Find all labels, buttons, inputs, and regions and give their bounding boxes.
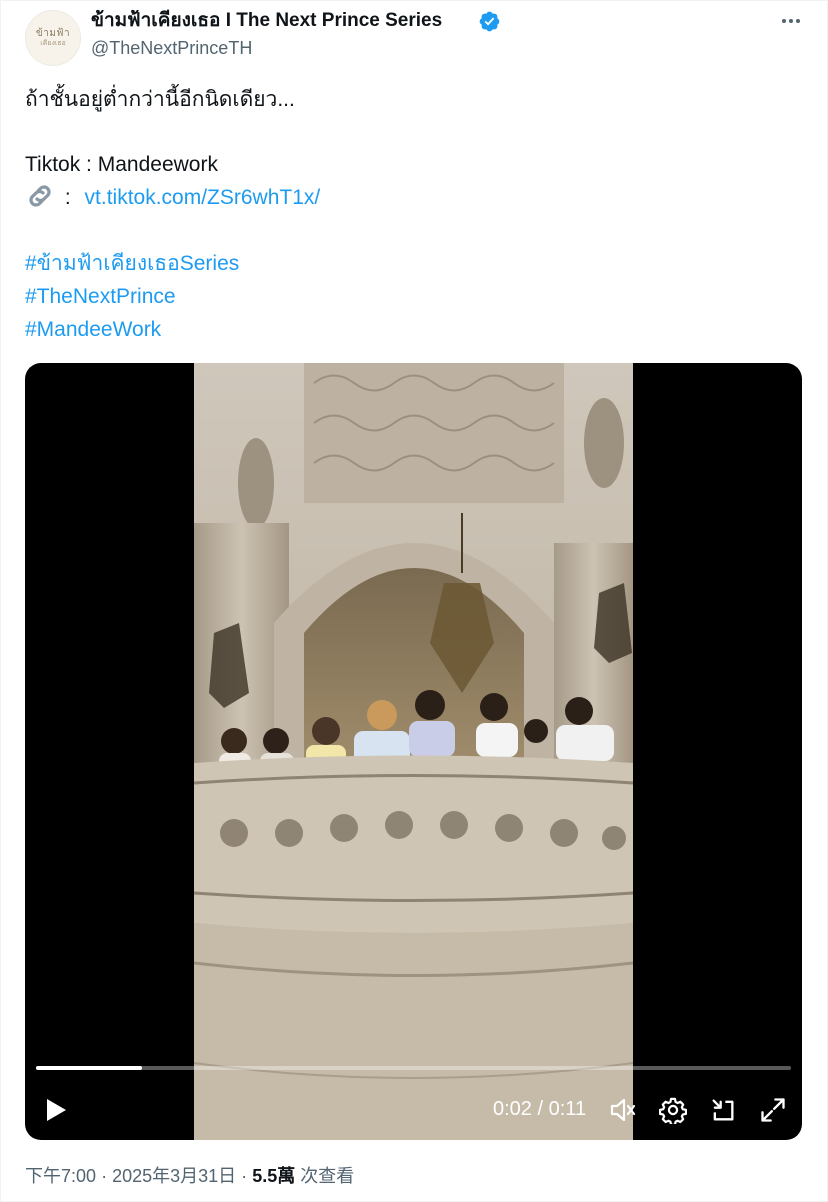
more-dot-icon <box>796 19 800 23</box>
more-dot-icon <box>782 19 786 23</box>
settings-gear-icon[interactable] <box>659 1096 687 1124</box>
more-options-button[interactable] <box>776 8 806 34</box>
tweet-date[interactable]: 2025年3月31日 <box>112 1166 236 1186</box>
video-thumbnail-image <box>194 363 633 1140</box>
tweet-meta: 下午7:00 · 2025年3月31日 · 5.5萬 次查看 <box>25 1163 354 1189</box>
hashtag-link[interactable]: #ข้ามฟ้าเคียงเธอSeries <box>25 247 239 280</box>
hashtag-link[interactable]: #MandeeWork <box>25 313 161 346</box>
author-avatar[interactable]: ข้ามฟ้า เคียงเธอ <box>25 10 81 66</box>
video-player[interactable]: 0:02 / 0:11 <box>25 363 802 1140</box>
video-duration: 0:11 <box>548 1098 587 1120</box>
video-progress-fill <box>36 1066 142 1070</box>
views-count: 5.5萬 <box>252 1166 296 1186</box>
link-emoji-icon <box>29 185 51 207</box>
tweet-time[interactable]: 下午7:00 <box>25 1166 96 1186</box>
link-separator: : <box>64 186 71 209</box>
avatar-logo-subtext: เคียงเธอ <box>40 39 66 47</box>
avatar-logo-text: ข้ามฟ้า <box>35 28 71 39</box>
tweet-link-line: : vt.tiktok.com/ZSr6whT1x/ <box>25 181 320 214</box>
fullscreen-expand-icon[interactable] <box>759 1096 787 1124</box>
views-label: 次查看 <box>300 1166 355 1186</box>
more-dot-icon <box>789 19 793 23</box>
play-icon[interactable] <box>44 1097 68 1123</box>
video-frame <box>194 363 633 1140</box>
video-timestamp: 0:02 / 0:11 <box>493 1096 586 1122</box>
author-handle[interactable]: @TheNextPrinceTH <box>91 36 252 60</box>
verified-badge-icon <box>479 11 500 32</box>
tweet-text-line: ถ้าชั้นอยู่ต่ำกว่านี้อีกนิดเดียว... <box>25 88 295 111</box>
volume-muted-icon[interactable] <box>609 1096 637 1124</box>
picture-in-picture-icon[interactable] <box>709 1096 737 1124</box>
hashtag-link[interactable]: #TheNextPrince <box>25 280 176 313</box>
meta-separator: · <box>101 1166 108 1186</box>
meta-separator: · <box>241 1166 248 1186</box>
video-current-time: 0:02 <box>493 1098 532 1120</box>
video-time-separator: / <box>537 1098 544 1120</box>
tiktok-link[interactable]: vt.tiktok.com/ZSr6whT1x/ <box>85 186 321 209</box>
tweet-tiktok-label: Tiktok : Mandeework <box>25 153 218 176</box>
author-display-name[interactable]: ข้ามฟ้าเคียงเธอ I The Next Prince Series <box>91 8 442 34</box>
video-progress-bar[interactable] <box>36 1066 791 1070</box>
